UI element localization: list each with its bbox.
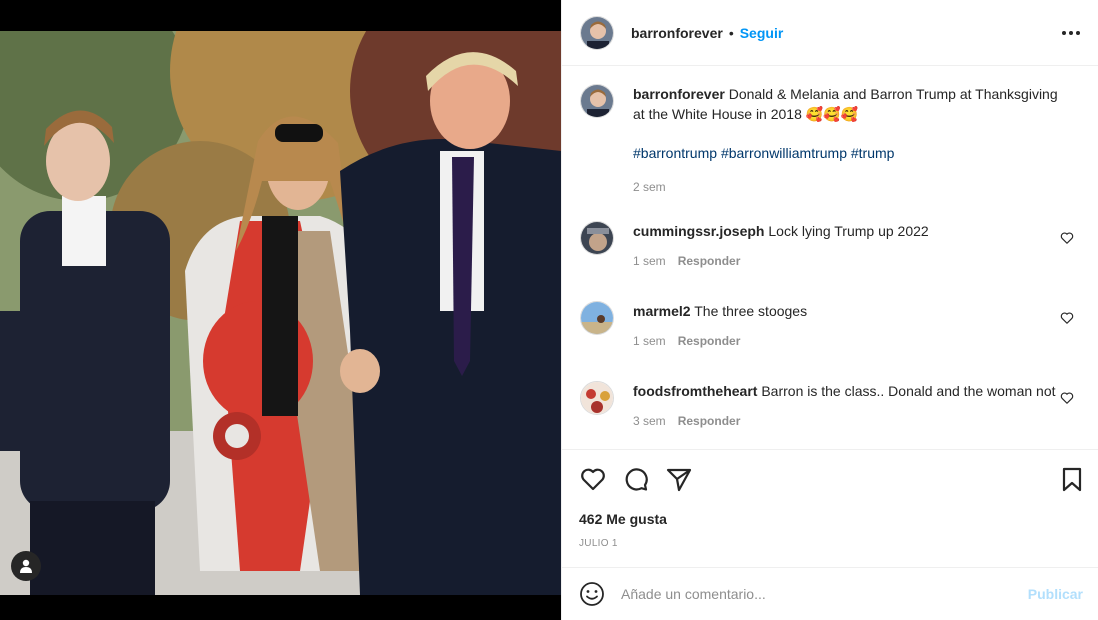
comment-username[interactable]: marmel2 (633, 303, 691, 319)
comment-text: Barron is the class.. Donald and the wom… (761, 383, 1056, 399)
header-separator: • (728, 24, 734, 41)
commenter-avatar[interactable] (580, 381, 614, 415)
author-avatar[interactable] (580, 15, 614, 50)
emoji-icon[interactable] (579, 581, 605, 607)
publish-button[interactable]: Publicar (1028, 586, 1083, 602)
reply-button[interactable]: Responder (678, 414, 741, 428)
author-username[interactable]: barronforever (631, 25, 723, 41)
follow-button[interactable]: Seguir (740, 25, 784, 41)
heart-icon[interactable] (579, 465, 607, 493)
post-date[interactable]: JULIO 1 (579, 538, 618, 549)
comment-text: The three stooges (694, 303, 808, 319)
reply-button[interactable]: Responder (678, 334, 741, 348)
reply-button[interactable]: Responder (678, 254, 741, 268)
bookmark-icon[interactable] (1058, 465, 1086, 493)
comment-time[interactable]: 1 sem (633, 254, 666, 268)
commenter-avatar[interactable] (580, 301, 614, 335)
hashtag-link[interactable]: #barronwilliamtrump (721, 145, 847, 161)
comment-item: cummingssr.joseph Lock lying Trump up 20… (580, 221, 1080, 291)
post-media (0, 0, 561, 620)
comment-meta: 1 sem Responder (633, 251, 1063, 271)
comment-heart-icon[interactable] (1060, 231, 1074, 245)
comment-text: Lock lying Trump up 2022 (768, 223, 929, 239)
caption-meta: 2 sem (633, 177, 1063, 197)
comment-body: cummingssr.joseph Lock lying Trump up 20… (633, 221, 1063, 271)
comments-list[interactable]: barronforever Donald & Melania and Barro… (562, 67, 1098, 448)
caption-username[interactable]: barronforever (633, 86, 725, 102)
caption-time[interactable]: 2 sem (633, 180, 666, 194)
comment-composer: Publicar (562, 567, 1098, 620)
post-side-panel: barronforever • Seguir barronforever Don… (561, 0, 1098, 620)
post-actions: 462 Me gusta JULIO 1 (562, 449, 1098, 567)
post-photo[interactable] (0, 31, 561, 595)
caption-body: barronforever Donald & Melania and Barro… (633, 84, 1063, 197)
caption-avatar[interactable] (580, 84, 614, 118)
comment-icon[interactable] (622, 465, 650, 493)
comment-heart-icon[interactable] (1060, 311, 1074, 325)
comment-username[interactable]: foodsfromtheheart (633, 383, 757, 399)
post-header: barronforever • Seguir (562, 0, 1098, 66)
user-tag-button[interactable] (11, 551, 41, 581)
comment-username[interactable]: cummingssr.joseph (633, 223, 764, 239)
comment-body: marmel2 The three stooges 1 sem Responder (633, 301, 1063, 351)
comment-item: foodsfromtheheart Barron is the class.. … (580, 381, 1080, 448)
comment-heart-icon[interactable] (1060, 391, 1074, 405)
comment-time[interactable]: 1 sem (633, 334, 666, 348)
send-icon[interactable] (665, 465, 693, 493)
comment-item: marmel2 The three stooges 1 sem Responder (580, 301, 1080, 371)
more-options-icon[interactable] (1059, 22, 1083, 44)
comment-body: foodsfromtheheart Barron is the class.. … (633, 381, 1063, 431)
caption-hashtags: #barrontrump #barronwilliamtrump #trump (633, 143, 1063, 163)
likes-count[interactable]: 462 Me gusta (579, 511, 667, 527)
comment-time[interactable]: 3 sem (633, 414, 666, 428)
commenter-avatar[interactable] (580, 221, 614, 255)
hashtag-link[interactable]: #barrontrump (633, 145, 717, 161)
post-caption: barronforever Donald & Melania and Barro… (580, 84, 1080, 204)
comment-input[interactable] (621, 586, 1001, 602)
comment-meta: 3 sem Responder (633, 411, 1063, 431)
hashtag-link[interactable]: #trump (851, 145, 895, 161)
user-tag-icon (20, 559, 32, 573)
comment-meta: 1 sem Responder (633, 331, 1063, 351)
